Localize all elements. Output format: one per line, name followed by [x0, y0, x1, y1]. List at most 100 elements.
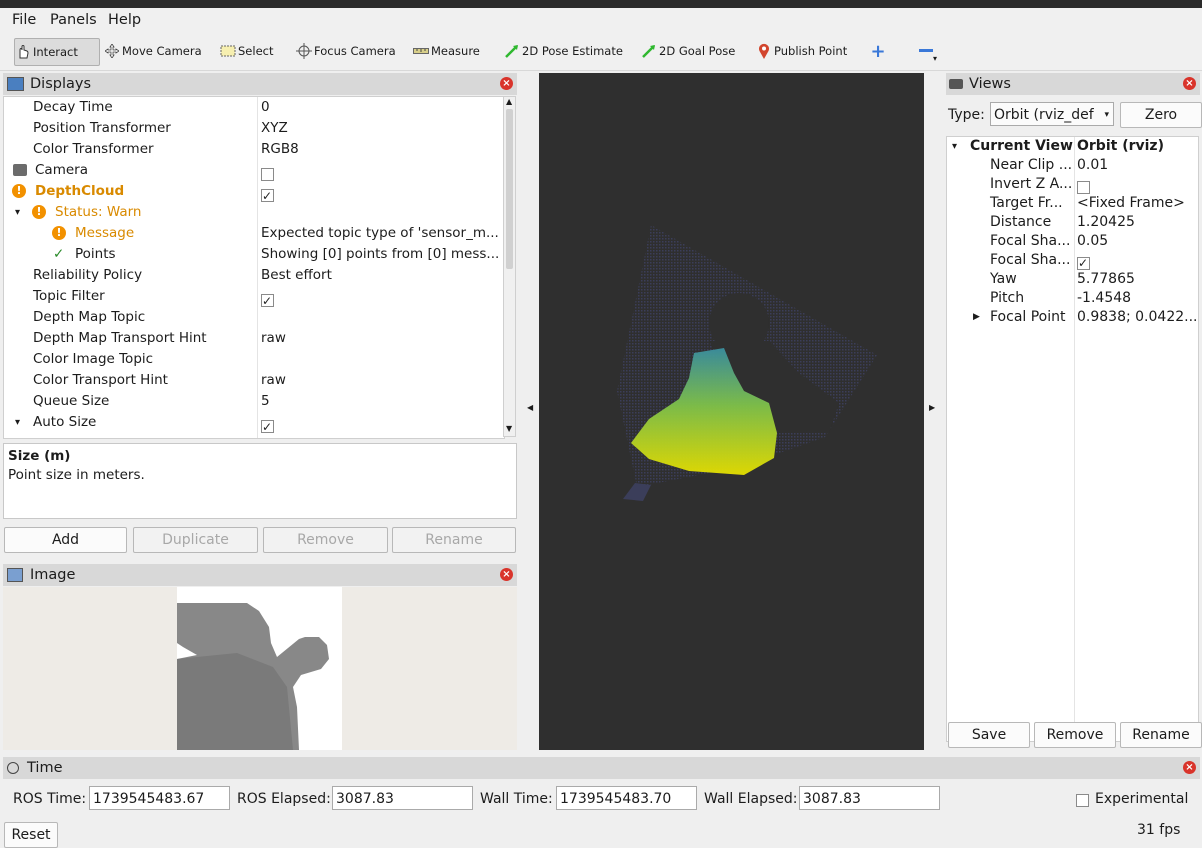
move-camera-label: Move Camera: [122, 44, 202, 58]
render-viewport[interactable]: [539, 73, 924, 750]
image-view: [3, 587, 517, 750]
plus-icon: +: [870, 40, 886, 62]
pose-estimate-tool[interactable]: 2D Pose Estimate: [504, 38, 623, 64]
monitor-icon: [7, 77, 24, 91]
hand-pointer-icon: [15, 44, 31, 60]
point-cloud: [617, 225, 877, 501]
crosshair-icon: [296, 43, 312, 59]
collapsed-arrow-icon[interactable]: ▶: [973, 308, 980, 327]
zero-button[interactable]: Zero: [1120, 102, 1202, 128]
green-arrow-icon: [641, 43, 657, 59]
views-close-icon[interactable]: ×: [1183, 77, 1196, 90]
wall-time-field[interactable]: 1739545483.70: [556, 786, 697, 810]
view-prop-focal-shape-fixed[interactable]: Focal Sha...: [947, 251, 1090, 273]
reset-button[interactable]: Reset: [4, 822, 58, 848]
ros-time-field[interactable]: 1739545483.67: [89, 786, 230, 810]
scroll-up-icon[interactable]: ▲: [506, 97, 512, 106]
image-close-icon[interactable]: ×: [500, 568, 513, 581]
experimental-label: Experimental: [1095, 791, 1189, 807]
focus-camera-tool[interactable]: Focus Camera: [296, 38, 396, 64]
ros-elapsed-field[interactable]: 3087.83: [332, 786, 473, 810]
property-description: Size (m) Point size in meters.: [3, 443, 517, 519]
focal-shape-fixed-checkbox[interactable]: [1077, 254, 1090, 273]
green-arrow-icon: [504, 43, 520, 59]
select-label: Select: [238, 44, 274, 58]
topic-filter-checkbox[interactable]: [261, 291, 274, 312]
tree-row-camera[interactable]: Camera: [4, 160, 274, 181]
ros-elapsed-label: ROS Elapsed:: [237, 791, 331, 807]
warning-icon: !: [12, 184, 26, 198]
pose-estimate-label: 2D Pose Estimate: [522, 44, 623, 58]
clock-icon: [7, 762, 19, 774]
experimental-checkbox[interactable]: [1076, 793, 1089, 807]
warning-icon: !: [52, 226, 66, 240]
time-close-icon[interactable]: ×: [1183, 761, 1196, 774]
view-prop-invert-z[interactable]: Invert Z A...: [947, 175, 1090, 194]
save-view-button[interactable]: Save: [948, 722, 1030, 748]
depthcloud-checkbox[interactable]: [261, 186, 274, 207]
auto-size-checkbox[interactable]: [261, 417, 274, 438]
scrollbar-thumb[interactable]: [506, 109, 513, 269]
publish-point-tool[interactable]: Publish Point: [756, 38, 847, 64]
goal-pose-label: 2D Goal Pose: [659, 44, 736, 58]
rename-display-button[interactable]: Rename: [392, 527, 516, 553]
expand-arrow-icon[interactable]: ▾: [952, 137, 957, 156]
image-icon: [7, 568, 23, 582]
warning-icon: !: [32, 205, 46, 219]
menu-panels[interactable]: Panels: [50, 12, 97, 28]
expand-arrow-icon[interactable]: ▾: [15, 202, 20, 223]
remove-view-button[interactable]: Remove: [1034, 722, 1116, 748]
goal-pose-tool[interactable]: 2D Goal Pose: [641, 38, 735, 64]
menu-file[interactable]: File: [12, 12, 36, 28]
description-text: Point size in meters.: [8, 467, 145, 483]
views-panel-header: Views ×: [946, 73, 1200, 95]
view-type-select[interactable]: Orbit (rviz_def ▾: [990, 102, 1114, 126]
depth-image: [177, 587, 342, 750]
collapse-right-arrow-icon[interactable]: ▶: [929, 403, 935, 412]
wall-time-label: Wall Time:: [480, 791, 553, 807]
tree-row-topic-filter[interactable]: Topic Filter: [4, 286, 274, 312]
image-panel-header: Image ×: [3, 564, 517, 586]
toolbar-overflow-arrow-icon[interactable]: ▾: [933, 54, 937, 63]
interact-label: Interact: [33, 45, 78, 59]
collapse-left-arrow-icon[interactable]: ◀: [527, 403, 533, 412]
view-type-label: Type:: [948, 107, 985, 123]
ros-time-label: ROS Time:: [13, 791, 87, 807]
right-splitter[interactable]: ▶: [924, 73, 946, 750]
select-tool[interactable]: Select: [220, 38, 273, 64]
wall-elapsed-field[interactable]: 3087.83: [799, 786, 940, 810]
menu-help[interactable]: Help: [108, 12, 141, 28]
wall-elapsed-label: Wall Elapsed:: [704, 791, 798, 807]
left-splitter[interactable]: ◀: [517, 73, 539, 750]
measure-tool[interactable]: Measure: [413, 38, 480, 64]
move-camera-tool[interactable]: Move Camera: [104, 38, 202, 64]
invert-z-checkbox[interactable]: [1077, 180, 1090, 194]
window-top-strip: [0, 0, 1202, 8]
focus-camera-label: Focus Camera: [314, 44, 396, 58]
displays-title: Displays: [30, 76, 92, 92]
time-panel-header: Time ×: [3, 757, 1200, 779]
duplicate-display-button[interactable]: Duplicate: [133, 527, 258, 553]
interact-tool[interactable]: Interact: [14, 38, 100, 66]
video-camera-icon: [949, 79, 963, 89]
views-title: Views: [969, 76, 1011, 92]
measure-label: Measure: [431, 44, 480, 58]
remove-display-button[interactable]: Remove: [263, 527, 388, 553]
image-title: Image: [30, 567, 76, 583]
add-tool-button[interactable]: +: [870, 38, 888, 64]
rename-view-button[interactable]: Rename: [1120, 722, 1202, 748]
camera-icon: [13, 164, 27, 176]
menu-bar: File Panels Help: [0, 8, 1202, 34]
minus-icon: [918, 43, 934, 59]
displays-tree: Decay Time 0 Position Transformer XYZ Co…: [3, 96, 505, 439]
displays-scrollbar[interactable]: ▲ ▼: [503, 96, 516, 437]
tree-row-auto-size[interactable]: ▾ Auto Size: [4, 412, 274, 438]
scroll-down-icon[interactable]: ▼: [506, 424, 512, 433]
toolbar: Interact Move Camera Select Focus Camera…: [0, 34, 1202, 71]
add-display-button[interactable]: Add: [4, 527, 127, 553]
tree-row-depthcloud[interactable]: ! DepthCloud: [4, 181, 274, 207]
displays-close-icon[interactable]: ×: [500, 77, 513, 90]
expand-arrow-icon[interactable]: ▾: [15, 412, 20, 433]
camera-checkbox[interactable]: [261, 167, 274, 181]
views-tree: ▾ Current View Orbit (rviz) Near Clip ..…: [946, 136, 1199, 742]
